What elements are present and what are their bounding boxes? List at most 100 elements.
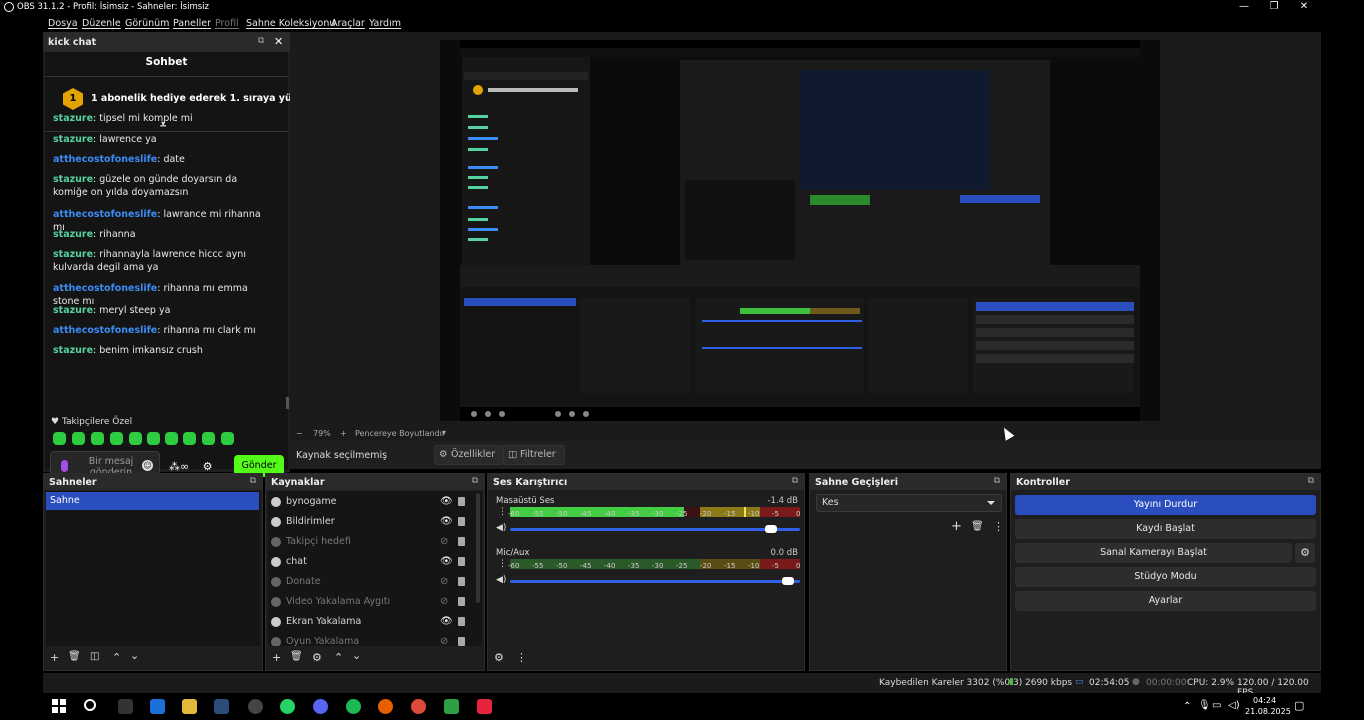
zoom-out-button[interactable]: − <box>296 429 303 438</box>
source-item[interactable]: Oyun Yakalama ⊘ <box>268 632 473 646</box>
emote-icon[interactable] <box>202 432 215 445</box>
chat-username[interactable]: atthecostofoneslife <box>53 283 157 294</box>
zoom-dropdown-icon[interactable]: ▾ <box>442 428 446 437</box>
float-icon[interactable]: ⧉ <box>472 476 478 486</box>
move-up-icon[interactable]: ⌃ <box>334 651 343 664</box>
scene-item[interactable]: Sahne <box>46 492 259 510</box>
channel-menu-icon[interactable]: ⋮ <box>498 507 507 517</box>
chat-username[interactable]: stazure <box>53 113 93 124</box>
filters-button[interactable]: ◫ Filtreler <box>503 445 565 465</box>
source-item[interactable]: Bildirimler 👁 <box>268 512 473 532</box>
properties-button[interactable]: ⚙ Özellikler <box>434 445 505 465</box>
lock-icon[interactable] <box>458 597 465 606</box>
volume-slider-handle[interactable] <box>764 525 777 533</box>
clock-time[interactable]: 04:24 <box>1253 696 1276 705</box>
chat-username[interactable]: stazure <box>53 229 93 240</box>
menu-help[interactable]: Yardım <box>369 18 401 29</box>
delete-scene-icon[interactable]: 🗑 <box>68 651 81 662</box>
float-icon[interactable]: ⧉ <box>792 476 798 486</box>
chat-username[interactable]: stazure <box>53 174 93 185</box>
menu-edit[interactable]: Düzenle <box>82 18 121 29</box>
mixer-menu-icon[interactable]: ⋮ <box>516 651 527 664</box>
source-item[interactable]: bynogame 👁 <box>268 492 473 512</box>
volume-slider[interactable] <box>510 528 800 531</box>
emote-icon[interactable] <box>110 432 123 445</box>
advanced-audio-icon[interactable]: ⚙ <box>494 651 504 664</box>
eye-icon[interactable]: 👁 <box>440 552 453 572</box>
start-recording-button[interactable]: Kaydı Başlat <box>1015 519 1316 539</box>
fit-to-window-button[interactable]: Pencereye Boyutlandır <box>355 429 445 438</box>
volume-icon[interactable]: ◁) <box>1228 700 1240 711</box>
float-icon[interactable]: ⧉ <box>1308 476 1314 486</box>
emote-icon[interactable] <box>53 432 66 445</box>
zoom-in-button[interactable]: + <box>340 429 347 438</box>
channel-menu-icon[interactable]: ⋮ <box>498 559 507 569</box>
menu-scene-collection[interactable]: Sahne Koleksiyonu <box>246 18 335 29</box>
volume-slider[interactable] <box>510 580 800 583</box>
source-item[interactable]: Video Yakalama Aygıtı ⊘ <box>268 592 473 612</box>
add-scene-icon[interactable]: + <box>50 651 59 664</box>
lock-icon[interactable] <box>458 577 465 586</box>
float-icon[interactable]: ⧉ <box>994 476 1000 486</box>
lock-icon[interactable] <box>458 557 465 566</box>
lock-icon[interactable] <box>458 537 465 546</box>
emote-icon[interactable] <box>221 432 234 445</box>
chat-scrollbar[interactable] <box>286 397 289 409</box>
preview-canvas[interactable] <box>440 40 1160 421</box>
float-icon[interactable]: ⧉ <box>258 36 264 46</box>
emote-icon[interactable] <box>91 432 104 445</box>
transition-select[interactable]: Kes <box>816 494 1002 512</box>
menu-file[interactable]: Dosya <box>48 18 78 29</box>
eye-hidden-icon[interactable]: ⊘ <box>440 572 448 592</box>
mic-tray-icon[interactable]: 🎙 <box>1198 700 1211 711</box>
discord-icon[interactable] <box>313 699 328 714</box>
close-button[interactable]: ✕ <box>1289 0 1319 15</box>
volume-slider-handle[interactable] <box>782 577 795 585</box>
source-item[interactable]: chat 👁 <box>268 552 473 572</box>
stop-stream-button[interactable]: Yayını Durdur <box>1015 495 1316 515</box>
source-properties-icon[interactable]: ⚙ <box>312 651 322 664</box>
emote-icon[interactable] <box>183 432 196 445</box>
chat-username[interactable]: stazure <box>53 134 93 145</box>
virtual-camera-settings-gear-icon[interactable]: ⚙ <box>1295 543 1315 563</box>
float-icon[interactable]: ⧉ <box>250 476 256 486</box>
emote-icon[interactable] <box>72 432 85 445</box>
lock-icon[interactable] <box>458 617 465 626</box>
menu-profile[interactable]: Profil <box>215 18 239 29</box>
speaker-icon[interactable]: ◀) <box>496 575 506 585</box>
chat-username[interactable]: stazure <box>53 345 93 356</box>
windows-start-icon[interactable] <box>52 699 67 714</box>
whatsapp-icon[interactable] <box>280 699 295 714</box>
source-item[interactable]: Ekran Yakalama 👁 <box>268 612 473 632</box>
notification-icon[interactable]: ▢ <box>1294 699 1304 712</box>
eye-icon[interactable]: 👁 <box>440 612 453 632</box>
firefox-icon[interactable] <box>378 699 393 714</box>
scene-filters-icon[interactable]: ◫ <box>90 651 99 662</box>
chat-username[interactable]: stazure <box>53 249 93 260</box>
menu-tools[interactable]: Araçlar <box>331 18 365 29</box>
start-virtual-camera-button[interactable]: Sanal Kamerayı Başlat <box>1015 543 1292 563</box>
transition-menu-icon[interactable]: ⋮ <box>993 520 1004 533</box>
eye-icon[interactable]: 👁 <box>440 492 453 512</box>
emote-icon[interactable] <box>129 432 142 445</box>
minimize-button[interactable]: — <box>1229 0 1259 15</box>
source-item[interactable]: Donate ⊘ <box>268 572 473 592</box>
chat-username[interactable]: stazure <box>53 305 93 316</box>
emote-icon[interactable] <box>165 432 178 445</box>
maximize-button[interactable]: ❐ <box>1259 0 1289 15</box>
chrome-icon[interactable] <box>411 699 426 714</box>
emoji-icon[interactable]: ☺ <box>142 460 153 471</box>
move-up-icon[interactable]: ⌃ <box>112 651 121 664</box>
lock-icon[interactable] <box>458 517 465 526</box>
speaker-icon[interactable]: ◀) <box>496 523 506 533</box>
source-item[interactable]: Takipçi hedefi ⊘ <box>268 532 473 552</box>
obs-taskbar-icon[interactable] <box>248 699 263 714</box>
eye-icon[interactable]: 👁 <box>440 512 453 532</box>
epic-games-icon[interactable] <box>118 699 133 714</box>
lock-icon[interactable] <box>458 637 465 646</box>
app-red-icon[interactable] <box>477 699 492 714</box>
add-transition-icon[interactable]: + <box>951 519 962 534</box>
move-down-icon[interactable]: ⌄ <box>130 649 139 662</box>
clock-date[interactable]: 21.08.2025 <box>1245 707 1291 716</box>
menu-view[interactable]: Görünüm <box>125 18 169 29</box>
